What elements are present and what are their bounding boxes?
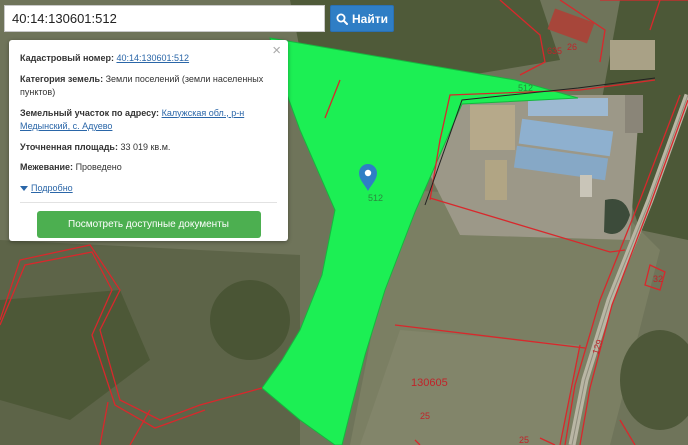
- search-input[interactable]: [4, 5, 325, 32]
- survey-row: Межевание: Проведено: [20, 161, 277, 175]
- lumber-stacks: [610, 40, 655, 70]
- area-value: 33 019 кв.м.: [120, 141, 171, 152]
- parcel-info-popup: × Кадастровый номер: 40:14:130601:512 Ка…: [9, 40, 288, 241]
- building: [580, 175, 592, 197]
- more-row: Подробно: [20, 182, 277, 196]
- label-26: 26: [567, 42, 577, 52]
- more-details-link[interactable]: Подробно: [20, 182, 73, 196]
- label-parcel-512: 512: [368, 193, 383, 203]
- label-635: 635: [547, 46, 562, 56]
- view-documents-button[interactable]: Посмотреть доступные документы: [36, 211, 261, 239]
- caret-down-icon: [20, 185, 28, 191]
- cadastral-link[interactable]: 40:14:130601:512: [116, 53, 189, 63]
- close-icon[interactable]: ×: [272, 43, 281, 58]
- cadastral-label: Кадастровый номер:: [20, 53, 114, 63]
- area-label: Уточненная площадь:: [20, 141, 118, 152]
- divider: [20, 202, 277, 204]
- category-label: Категория земель:: [20, 73, 104, 84]
- building: [528, 98, 608, 116]
- survey-label: Межевание:: [20, 162, 74, 172]
- label-25: 25: [420, 411, 430, 421]
- label-32: 32: [653, 274, 663, 284]
- lumber-stacks: [485, 160, 507, 200]
- tree-blob: [210, 280, 290, 360]
- label-25: 25: [519, 435, 529, 445]
- search-icon: [336, 13, 348, 25]
- more-details-label: Подробно: [31, 182, 73, 193]
- label-parcel-512-top: 512: [518, 83, 533, 93]
- area-row: Уточненная площадь: 33 019 кв.м.: [20, 141, 277, 155]
- cadastral-row: Кадастровый номер: 40:14:130601:512: [20, 52, 277, 66]
- label-block-130605: 130605: [411, 377, 448, 389]
- search-bar: Найти: [4, 5, 394, 32]
- lumber-stacks: [470, 105, 515, 150]
- survey-value: Проведено: [75, 162, 122, 172]
- category-row: Категория земель: Земли поселений (земли…: [20, 73, 277, 100]
- search-button-label: Найти: [352, 11, 388, 26]
- address-row: Земельный участок по адресу: Калужская о…: [20, 107, 277, 134]
- address-label: Земельный участок по адресу:: [20, 107, 160, 118]
- search-button[interactable]: Найти: [330, 5, 394, 32]
- building: [625, 95, 643, 133]
